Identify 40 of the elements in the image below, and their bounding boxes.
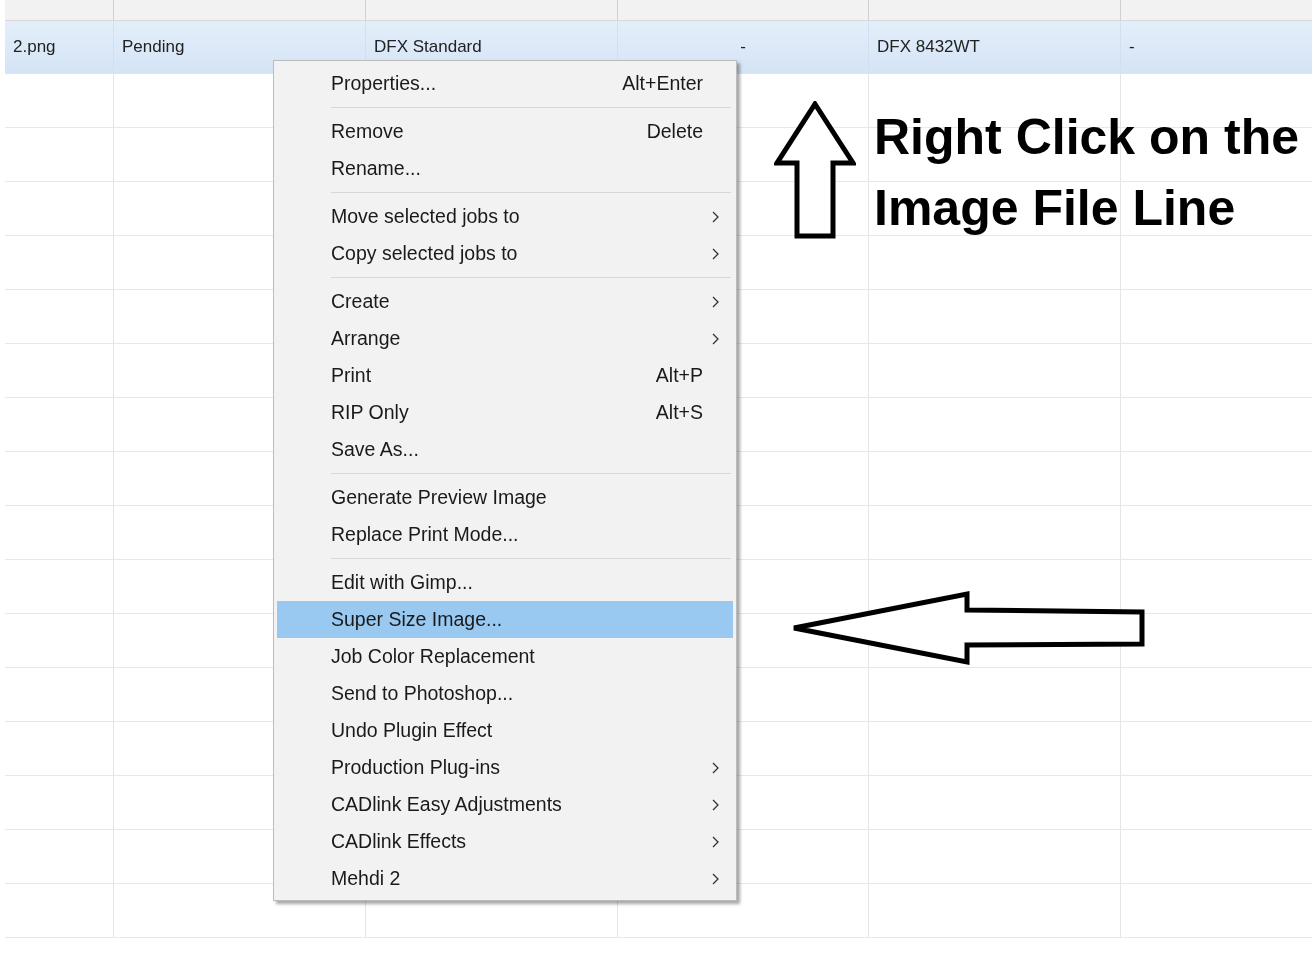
menu-item[interactable]: Edit with Gimp... bbox=[277, 564, 733, 601]
shortcut-label: Delete bbox=[646, 120, 703, 143]
menu-item[interactable]: Print Alt+P bbox=[277, 357, 733, 394]
menu-item[interactable]: Send to Photoshop... bbox=[277, 675, 733, 712]
chevron-right-icon bbox=[712, 211, 719, 223]
shortcut-label: Alt+Enter bbox=[622, 72, 703, 95]
table-cell: DFX 8432WT bbox=[877, 37, 980, 57]
menu-item[interactable]: Rename... bbox=[277, 150, 733, 187]
chevron-right-icon bbox=[712, 799, 719, 811]
menu-item[interactable]: Remove Delete bbox=[277, 113, 733, 150]
menu-item[interactable]: CADlink Effects bbox=[277, 823, 733, 860]
menu-item[interactable]: Create bbox=[277, 283, 733, 320]
menu-item[interactable]: Arrange bbox=[277, 320, 733, 357]
menu-item[interactable]: RIP Only Alt+S bbox=[277, 394, 733, 431]
table-cell: Pending bbox=[122, 37, 185, 57]
chevron-right-icon bbox=[712, 873, 719, 885]
shortcut-label: Alt+P bbox=[655, 364, 703, 387]
menu-item[interactable]: Production Plug-ins bbox=[277, 749, 733, 786]
menu-item[interactable]: Move selected jobs to bbox=[277, 198, 733, 235]
chevron-right-icon bbox=[712, 762, 719, 774]
table-cell: - bbox=[740, 37, 746, 57]
menu-item[interactable]: Job Color Replacement bbox=[277, 638, 733, 675]
menu-item[interactable]: Save As... bbox=[277, 431, 733, 468]
menu-item[interactable]: CADlink Easy Adjustments bbox=[277, 786, 733, 823]
table-cell: 2.png bbox=[13, 37, 56, 57]
menu-item[interactable]: Undo Plugin Effect bbox=[277, 712, 733, 749]
chevron-right-icon bbox=[712, 333, 719, 345]
table-cell: - bbox=[1129, 37, 1135, 57]
table-row[interactable]: 2.png Pending DFX Standard - DFX 8432WT - bbox=[5, 21, 1312, 74]
chevron-right-icon bbox=[712, 296, 719, 308]
menu-item[interactable]: Replace Print Mode... bbox=[277, 516, 733, 553]
menu-item[interactable]: Super Size Image... bbox=[277, 601, 733, 638]
menu-item[interactable]: Generate Preview Image bbox=[277, 479, 733, 516]
chevron-right-icon bbox=[712, 248, 719, 260]
table-cell: DFX Standard bbox=[374, 37, 482, 57]
menu-item[interactable]: Copy selected jobs to bbox=[277, 235, 733, 272]
chevron-right-icon bbox=[712, 836, 719, 848]
annotation-text: Right Click on the Image File Line bbox=[874, 108, 1299, 238]
shortcut-label: Alt+S bbox=[655, 401, 703, 424]
menu-item[interactable]: Mehdi 2 bbox=[277, 860, 733, 897]
